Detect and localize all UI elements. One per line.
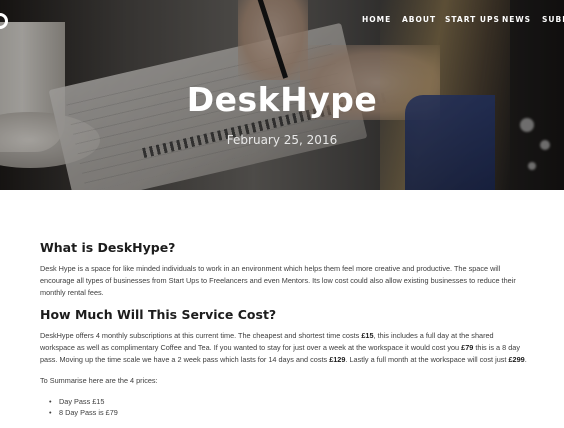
cost-paragraph: DeskHype offers 4 monthly subscriptions … xyxy=(40,331,527,365)
price-2-week: £129 xyxy=(329,355,346,365)
intro-paragraph: Desk Hype is a space for like minded ind… xyxy=(40,264,516,297)
nav-about[interactable]: ABOUT xyxy=(402,15,436,24)
summary-paragraph: To Summarise here are the 4 prices: xyxy=(40,375,158,385)
list-item: Day Pass £15 xyxy=(49,396,530,408)
price-8-day: £79 xyxy=(461,343,474,353)
page-title: DeskHype xyxy=(186,80,378,119)
hero-banner: HOME ABOUT START UPS NEWS SUBM DeskHype … xyxy=(0,0,564,190)
price-month: £299 xyxy=(508,355,525,365)
section-heading-what-is: What is DeskHype? xyxy=(40,240,176,255)
list-item: 8 Day Pass is £79 xyxy=(49,407,530,419)
nav-submit[interactable]: SUBM xyxy=(542,15,564,24)
price-list: Day Pass £15 8 Day Pass is £79 xyxy=(49,396,530,419)
article-body: What is DeskHype? Desk Hype is a space f… xyxy=(40,240,530,419)
nav-home[interactable]: HOME xyxy=(362,15,391,24)
post-date: February 25, 2016 xyxy=(226,133,338,147)
price-day: £15 xyxy=(361,331,374,341)
nav-start-ups[interactable]: START UPS xyxy=(445,15,500,24)
section-heading-cost: How Much Will This Service Cost? xyxy=(40,307,277,323)
nav-news[interactable]: NEWS xyxy=(502,15,531,24)
